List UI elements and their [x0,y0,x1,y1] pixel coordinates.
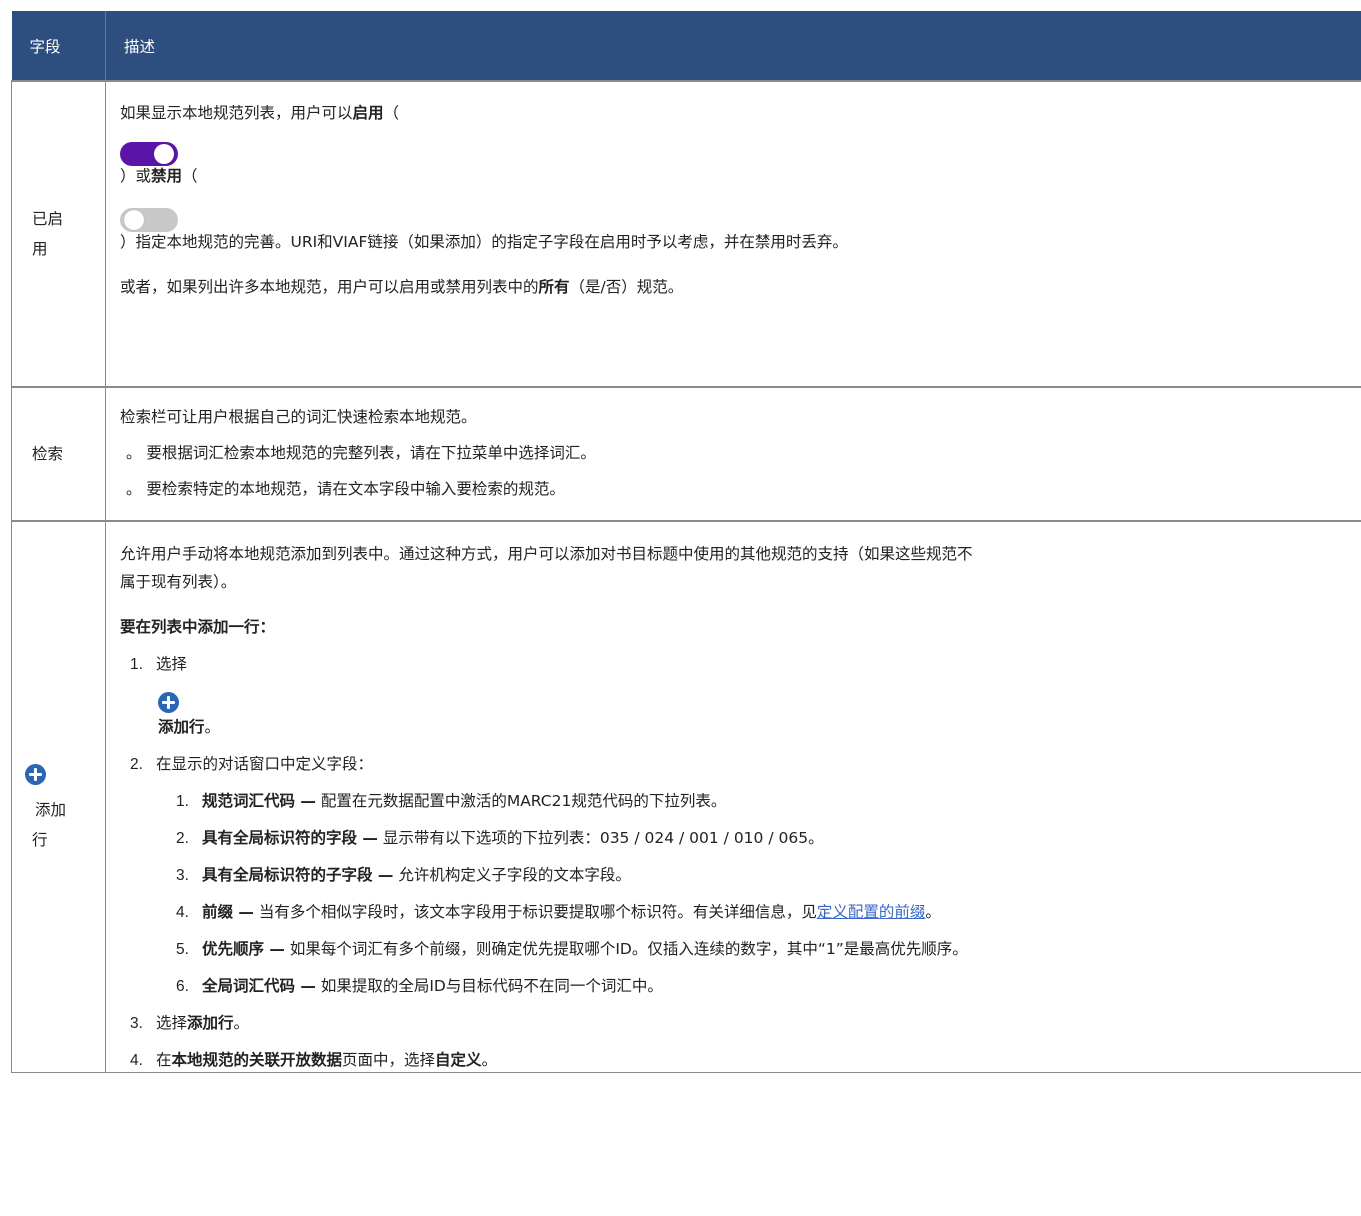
add-row-plus-icon [158,692,179,713]
field-label-add-line2: 行 [32,830,48,849]
field-label-search: 检索 [32,445,64,463]
enabled-paragraph-4: 或者，如果列出许多本地规范，用户可以启用或禁用列表中的所有（是/否）规范。 [120,278,684,296]
header-field: 字段 [11,11,106,81]
header-description: 描述 [105,11,1361,81]
desc-cell-search: 检索栏可让用户根据自己的词汇快速检索本地规范。 。 要根据词汇检索本地规范的完整… [105,386,1361,522]
enabled-paragraph-2: ）或禁用（ [120,167,198,185]
toggle-enabled-icon [120,142,178,166]
add-intro: 允许用户手动将本地规范添加到列表中。通过这种方式，用户可以添加对书目标题中使用的… [120,545,973,591]
table-row-search: 检索 检索栏可让用户根据自己的词汇快速检索本地规范。 。 要根据词汇检索本地规范… [11,386,1361,522]
sub-list-item: 2. 具有全局标识符的字段 — 显示带有以下选项的下拉列表：035 / 024 /… [176,829,824,847]
search-bullet-1: 。 要根据词汇检索本地规范的完整列表，请在下拉菜单中选择词汇。 [126,444,596,462]
field-cell-enabled: 已启 用 [11,80,106,388]
field-label-enabled-line1: 已启 [32,210,64,228]
add-step-1: 1. 选择 添加行。 [130,655,221,736]
enabled-paragraph-1: 如果显示本地规范列表，用户可以启用（ [120,104,400,122]
define-prefix-link[interactable]: 定义配置的前缀 [817,903,926,921]
field-description-table: 字段 描述 已启 用 如果显示本地规范列表，用户可以启用（ ）或禁用（ ）指定本… [11,11,1361,1073]
sub-list-item: 6. 全局词汇代码 — 如果提取的全局ID与目标代码不在同一个词汇中。 [176,977,663,995]
desc-cell-enabled: 如果显示本地规范列表，用户可以启用（ ）或禁用（ ）指定本地规范的完善。URI和… [105,80,1361,388]
desc-cell-add: 允许用户手动将本地规范添加到列表中。通过这种方式，用户可以添加对书目标题中使用的… [105,520,1361,1073]
field-cell-search: 检索 [11,386,106,522]
sub-list-item: 3. 具有全局标识符的子字段 — 允许机构定义子字段的文本字段。 [176,866,631,884]
sub-list-item: 1. 规范词汇代码 — 配置在元数据配置中激活的MARC21规范代码的下拉列表。 [176,792,727,810]
field-label-add-line1: 添加 [35,800,67,819]
add-step-4: 4. 在本地规范的关联开放数据页面中，选择自定义。 [130,1051,498,1069]
table-header-row: 字段 描述 [11,11,1361,81]
add-step-2: 2. 在显示的对话窗口中定义字段： [130,755,374,773]
field-label-enabled-line2: 用 [32,240,48,258]
search-intro: 检索栏可让用户根据自己的词汇快速检索本地规范。 [120,408,477,426]
sub-list-item: 5. 优先顺序 — 如果每个词汇有多个前缀，则确定优先提取哪个ID。仅插入连续的数… [176,940,968,958]
add-step-3: 3. 选择添加行。 [130,1014,250,1032]
table-row-enabled: 已启 用 如果显示本地规范列表，用户可以启用（ ）或禁用（ ）指定本地规范的完善… [11,80,1361,388]
add-heading: 要在列表中添加一行： [120,618,276,636]
search-bullet-2: 。 要检索特定的本地规范，请在文本字段中输入要检索的规范。 [126,480,565,498]
add-sub-list: 1. 规范词汇代码 — 配置在元数据配置中激活的MARC21规范代码的下拉列表。 2… [120,790,1361,998]
enabled-paragraph-3: ）指定本地规范的完善。URI和VIAF链接（如果添加）的指定子字段在启用时予以考… [120,233,848,251]
table-row-add: 添加 行 允许用户手动将本地规范添加到列表中。通过这种方式，用户可以添加对书目标… [11,520,1361,1073]
field-cell-add: 添加 行 [11,520,106,1073]
toggle-disabled-icon [120,208,178,232]
sub-list-item: 4. 前缀 — 当有多个相似字段时，该文本字段用于标识要提取哪个标识符。有关详细信… [176,903,941,921]
plus-circle-icon [25,763,46,785]
